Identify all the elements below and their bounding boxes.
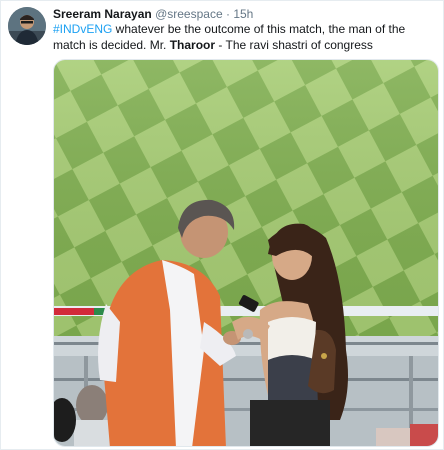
avatar[interactable] — [8, 7, 46, 45]
user-handle[interactable]: @sreespace — [155, 7, 223, 21]
tweet-text: #INDvENG whatever be the outcome of this… — [53, 21, 433, 53]
tweet-text-part2: - The ravi shastri of congress — [215, 38, 373, 52]
tweet-photo[interactable] — [53, 59, 439, 447]
avatar-image — [8, 7, 46, 45]
separator-dot: · — [225, 7, 230, 21]
tweet: Sreeram Narayan @sreespace · 15h #INDvEN… — [0, 0, 444, 450]
hashtag-link[interactable]: #INDvENG — [53, 22, 112, 36]
display-name[interactable]: Sreeram Narayan — [53, 7, 152, 21]
tweet-text-bold: Tharoor — [169, 38, 216, 52]
photo-icon — [54, 60, 438, 446]
timestamp[interactable]: 15h — [233, 7, 253, 21]
tweet-header: Sreeram Narayan @sreespace · 15h — [53, 7, 435, 22]
